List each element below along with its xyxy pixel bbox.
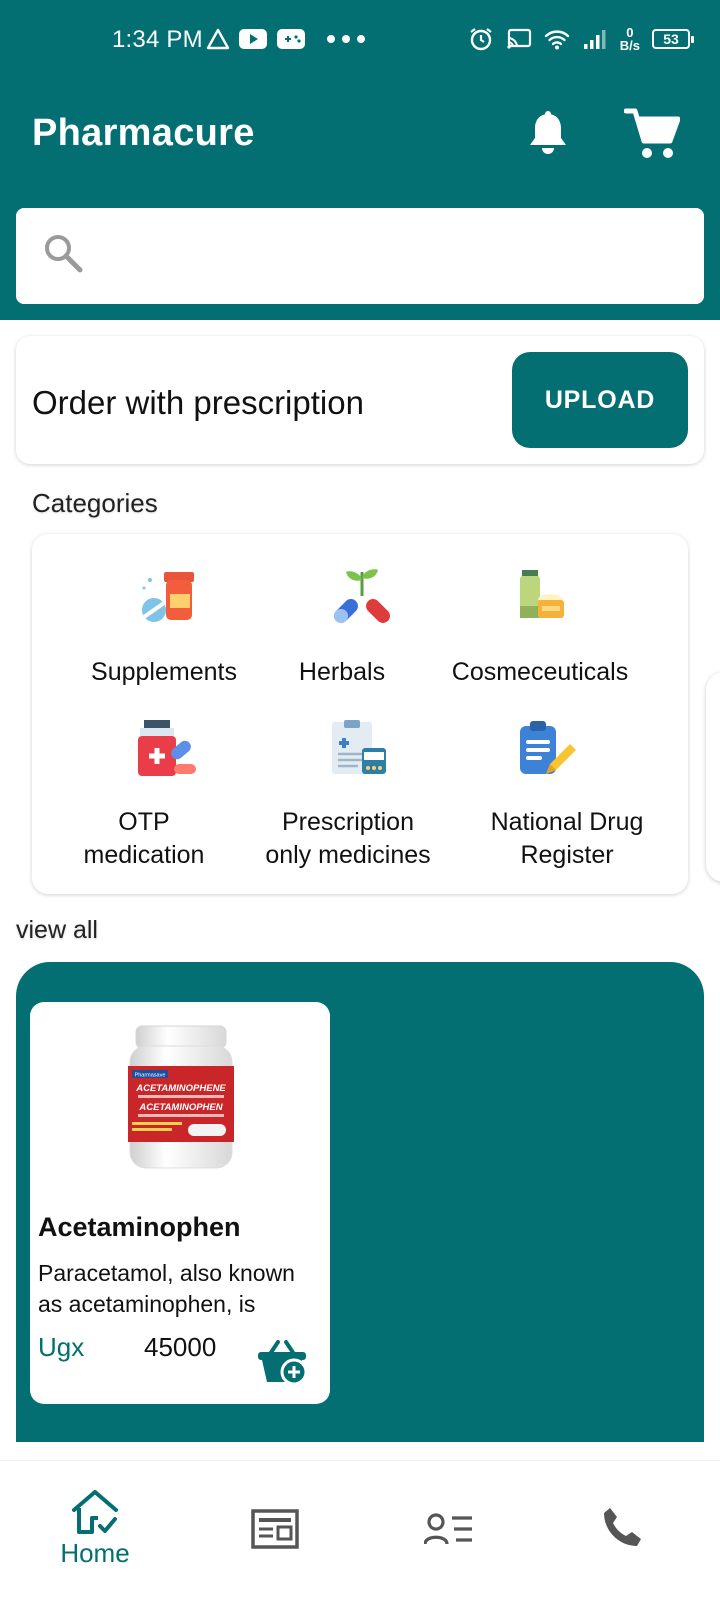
prescription-text: Order with prescription (32, 384, 364, 421)
cast-icon (507, 28, 531, 49)
news-icon (251, 1509, 299, 1549)
nav-profile[interactable] (423, 1510, 474, 1553)
view-all-link[interactable]: view all (16, 916, 98, 945)
profile-list-icon (423, 1513, 472, 1545)
category-label: Cosmeceuticals (451, 658, 629, 686)
gamepad-icon (277, 29, 305, 49)
battery-level: 53 (663, 31, 679, 47)
status-bar: 1:34 PM 0 B/s 53 (0, 0, 720, 78)
signal-icon (583, 30, 606, 49)
herbals-icon[interactable] (330, 566, 394, 630)
category-herbals[interactable]: Herbals (282, 656, 402, 689)
cart-icon[interactable] (624, 106, 680, 162)
status-time: 1:34 PM (112, 26, 203, 53)
categories-heading: Categories (32, 488, 158, 518)
category-label-line1: Prescription (282, 808, 414, 836)
upload-button[interactable]: UPLOAD (512, 352, 688, 448)
category-label-line2: Register (520, 841, 614, 869)
search-input[interactable] (16, 208, 704, 304)
nav-home[interactable]: Home (52, 1488, 138, 1569)
product-name: Acetaminophen (38, 1212, 241, 1242)
otp-medication-icon[interactable] (134, 718, 198, 782)
net-speed-unit: B/s (619, 38, 640, 53)
status-left-icons (206, 26, 366, 52)
category-label-line1: OTP (118, 808, 170, 836)
category-label: Herbals (298, 658, 386, 686)
nav-phone[interactable] (600, 1506, 642, 1553)
phone-icon (604, 1508, 641, 1546)
product-price: 45000 (144, 1332, 217, 1362)
nav-home-label: Home (60, 1538, 130, 1568)
category-drug-register[interactable]: National Drug Register (474, 806, 660, 872)
alarm-icon (470, 28, 492, 51)
youtube-icon (239, 29, 267, 49)
drug-register-icon[interactable] (516, 718, 580, 782)
category-cosmeceuticals[interactable]: Cosmeceuticals (428, 656, 652, 689)
category-label: Supplements (91, 658, 237, 686)
app-title: Pharmacure (32, 112, 255, 154)
cosmeceuticals-icon[interactable] (508, 566, 572, 630)
category-supplements[interactable]: Supplements (76, 656, 252, 689)
status-right-icons: 0 B/s 53 (468, 24, 694, 54)
battery-indicator: 53 (652, 29, 694, 49)
bell-icon[interactable] (528, 110, 568, 158)
search-icon (45, 235, 83, 273)
prescription-icon[interactable] (326, 718, 390, 782)
product-label-line1: ACETAMINOPHENE (135, 1083, 226, 1094)
warning-triangle-icon (206, 28, 230, 50)
product-description: Paracetamol, also known as acetaminophen… (38, 1260, 295, 1317)
category-label-line2: only medicines (265, 841, 431, 869)
next-card-peek[interactable] (706, 672, 720, 882)
product-currency: Ugx (38, 1332, 85, 1362)
more-dots-icon (327, 35, 365, 43)
category-label-line1: National Drug (490, 808, 644, 836)
wifi-icon (544, 30, 569, 50)
supplements-icon[interactable] (138, 566, 202, 630)
category-prescription-only[interactable]: Prescription only medicines (250, 806, 446, 872)
add-to-basket-icon[interactable] (256, 1336, 308, 1386)
nav-news[interactable] (250, 1508, 300, 1555)
category-label-line2: medication (83, 841, 205, 869)
category-otp-medication[interactable]: OTP medication (66, 806, 222, 872)
product-label-brand: Pharmasave (135, 1073, 166, 1079)
product-label-line2: ACETAMINOPHEN (138, 1102, 223, 1113)
home-icon (72, 1490, 118, 1534)
network-speed: 0 B/s (620, 26, 640, 52)
product-image: Pharmasave ACETAMINOPHENE ACETAMINOPHEN (128, 1025, 234, 1169)
